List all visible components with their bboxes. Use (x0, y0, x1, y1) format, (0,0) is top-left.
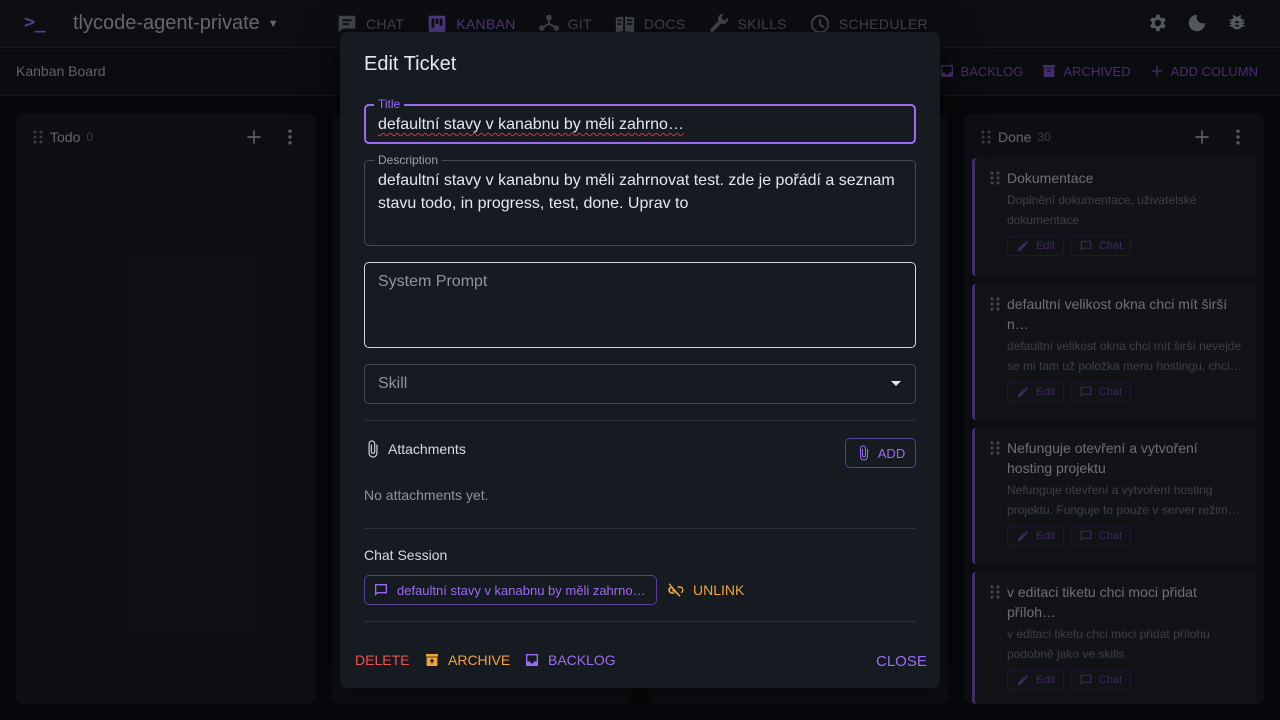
attachments-header: Attachments (364, 440, 466, 458)
archive-button[interactable]: ARCHIVE (424, 652, 510, 668)
chat-session-label: Chat Session (364, 547, 448, 563)
chat-bubble-icon (375, 584, 387, 596)
divider (364, 621, 916, 622)
add-label: ADD (877, 445, 906, 461)
delete-button[interactable]: DELETE (355, 652, 409, 668)
unlink-button[interactable]: UNLINK (667, 581, 744, 599)
unlink-label: UNLINK (693, 582, 745, 598)
divider (364, 528, 916, 529)
chat-session-name: defaultní stavy v kanabnu by měli zahrno… (397, 582, 646, 598)
title-label: Title (374, 97, 405, 111)
backlog-label: BACKLOG (548, 652, 616, 668)
dropdown-arrow-icon (891, 381, 901, 386)
archive-icon (426, 654, 438, 666)
backlog-move-button[interactable]: BACKLOG (524, 652, 616, 668)
inbox-icon (526, 654, 538, 666)
close-label: CLOSE (876, 653, 927, 670)
title-field[interactable]: Title defaultní stavy v kanabnu by měli … (364, 97, 916, 144)
skill-placeholder: Skill (378, 375, 408, 392)
chat-session-link[interactable]: defaultní stavy v kanabnu by měli zahrno… (364, 575, 657, 605)
archive-label: ARCHIVE (448, 652, 511, 668)
skill-select[interactable]: Skill (364, 364, 916, 404)
description-label: Description (374, 153, 443, 167)
paperclip-icon (368, 440, 378, 458)
system-prompt-field[interactable]: System Prompt (364, 262, 916, 348)
edit-ticket-dialog: Edit Ticket Title defaultní stavy v kana… (340, 32, 940, 688)
paperclip-icon (859, 445, 868, 461)
title-input[interactable]: defaultní stavy v kanabnu by měli zahrno… (378, 113, 901, 136)
link-off-icon (668, 583, 684, 597)
dialog-title: Edit Ticket (364, 53, 457, 75)
close-button[interactable]: CLOSE (876, 653, 927, 670)
delete-label: DELETE (355, 652, 410, 668)
no-attachments-text: No attachments yet. (364, 487, 489, 503)
system-prompt-placeholder: System Prompt (378, 273, 488, 290)
divider (364, 420, 916, 421)
attachments-label: Attachments (388, 441, 466, 457)
description-field[interactable]: Description defaultní stavy v kanabnu by… (364, 153, 916, 246)
add-attachment-button[interactable]: ADD (845, 438, 916, 468)
description-input[interactable]: defaultní stavy v kanabnu by měli zahrno… (378, 169, 902, 215)
